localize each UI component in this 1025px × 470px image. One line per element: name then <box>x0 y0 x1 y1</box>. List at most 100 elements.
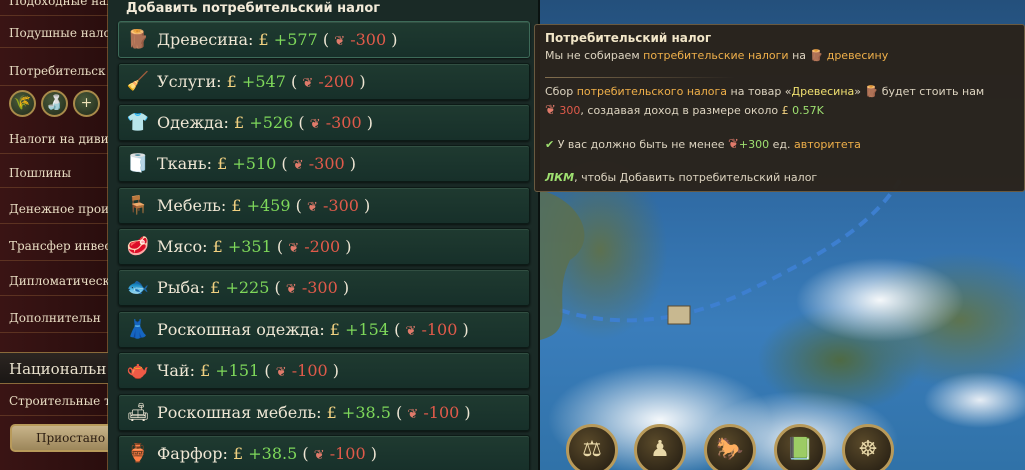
sidebar-item-income-tax[interactable]: Подоходные нал <box>0 0 108 16</box>
good-name: Рыба: <box>157 278 206 297</box>
wheel-icon[interactable]: ☸ <box>842 424 894 470</box>
pawn-icon[interactable]: ♟ <box>634 424 686 470</box>
income-value: +547 <box>241 72 286 91</box>
justice-scales-icon[interactable]: ⚖ <box>566 424 618 470</box>
income-value: +151 <box>215 361 260 380</box>
meat-icon: 🥩 <box>126 236 150 257</box>
goods-row[interactable]: 🧻 Ткань: £ +510 ( ❦ -300 ) <box>118 145 530 182</box>
goods-row-text: Древесина: £ +577 ( ❦ -300 ) <box>157 22 397 59</box>
wood-sawmill-marker <box>667 305 691 325</box>
paren-close: ) <box>332 361 340 380</box>
goods-row-text: Мебель: £ +459 ( ❦ -300 ) <box>157 188 370 225</box>
authority-icon: ❦ <box>302 76 314 91</box>
authority-cost: -100 <box>329 444 366 463</box>
paren-close: ) <box>366 113 373 132</box>
cavalry-icon[interactable]: 🐎 <box>704 424 756 470</box>
tooltip-title: Потребительский налог <box>545 31 712 45</box>
authority-icon: ❦ <box>407 407 419 422</box>
porcelain-icon: 🏺 <box>126 443 150 464</box>
income-value: +351 <box>227 237 272 256</box>
add-consumption-tax-panel: Добавить потребительский налог 🪵 Древесин… <box>108 0 540 470</box>
sidebar-item-tariffs[interactable]: Пошлины <box>0 158 108 188</box>
sidebar-item-poll-tax[interactable]: Подушные нало <box>0 18 108 48</box>
goods-row-text: Рыба: £ +225 ( ❦ -300 ) <box>157 270 349 307</box>
goods-row-text: Одежда: £ +526 ( ❦ -300 ) <box>157 105 373 142</box>
services-icon: 🧹 <box>126 71 150 92</box>
sidebar-item-investment-transfer[interactable]: Трансфер инвес <box>0 231 108 261</box>
money-icon: £ <box>231 196 242 215</box>
income-value: +510 <box>232 154 277 173</box>
goods-row[interactable]: 🪵 Древесина: £ +577 ( ❦ -300 ) <box>118 21 530 58</box>
goods-row[interactable]: 🥩 Мясо: £ +351 ( ❦ -200 ) <box>118 228 530 265</box>
tea-icon: 🫖 <box>126 360 150 381</box>
pause-button[interactable]: Приостано <box>10 424 108 452</box>
checkmark-icon: ✔ <box>545 138 555 151</box>
authority-cost: -300 <box>308 154 345 173</box>
paren-open: ( <box>322 30 330 49</box>
money-icon: £ <box>200 361 211 380</box>
tooltip-line-requirement: ✔ У вас должно быть не менее ❦+300 ед. а… <box>545 137 861 152</box>
bottle-icon[interactable]: 🍶 <box>41 90 68 117</box>
paren-open: ( <box>264 361 271 380</box>
ledger-icon[interactable]: 📗 <box>774 424 826 470</box>
sidebar-item-dividends-tax[interactable]: Налоги на диви <box>0 124 108 154</box>
authority-cost: -100 <box>291 361 328 380</box>
money-icon: £ <box>234 113 245 132</box>
authority-cost: -200 <box>304 237 341 256</box>
authority-icon: ❦ <box>309 117 321 132</box>
add-consumption-tax-plus-icon[interactable]: + <box>73 90 100 117</box>
goods-row[interactable]: 🧹 Услуги: £ +547 ( ❦ -200 ) <box>118 63 530 100</box>
money-icon: £ <box>326 403 337 422</box>
paren-close: ) <box>345 237 352 256</box>
tooltip-line-cost: Сбор потребительского налога на товар «Д… <box>545 85 985 98</box>
paren-close: ) <box>364 196 371 215</box>
good-name: Роскошная мебель: <box>157 403 322 422</box>
authority-icon: ❦ <box>275 365 287 380</box>
goods-row-text: Фарфор: £ +38.5 ( ❦ -100 ) <box>157 436 377 470</box>
goods-row[interactable]: 🛋 Роскошная мебель: £ +38.5 ( ❦ -100 ) <box>118 394 530 431</box>
paren-close: ) <box>370 444 377 463</box>
money-icon: £ <box>210 278 221 297</box>
sidebar-item-diplomatic[interactable]: Дипломатическ <box>0 266 108 296</box>
authority-cost: -300 <box>322 196 359 215</box>
money-icon: £ <box>232 444 244 463</box>
goods-row[interactable]: 🐟 Рыба: £ +225 ( ❦ -300 ) <box>118 269 530 306</box>
paren-open: ( <box>290 72 298 91</box>
wood-icon: 🪵 <box>809 49 824 62</box>
paren-open: ( <box>298 113 305 132</box>
goods-row[interactable]: 🏺 Фарфор: £ +38.5 ( ❦ -100 ) <box>118 435 530 470</box>
goods-row[interactable]: 👕 Одежда: £ +526 ( ❦ -300 ) <box>118 104 530 141</box>
good-name: Мясо: <box>157 237 208 256</box>
good-name: Одежда: <box>157 113 229 132</box>
authority-icon: ❦ <box>292 158 304 173</box>
sidebar-item-consumption-tax[interactable]: Потребительск <box>0 56 108 86</box>
goods-row[interactable]: 👗 Роскошная одежда: £ +154 ( ❦ -100 ) <box>118 311 530 348</box>
sidebar-item-construction: Строительные т <box>0 386 108 416</box>
fabric-icon: 🧻 <box>126 153 150 174</box>
good-name: Роскошная одежда: <box>157 320 325 339</box>
paren-open: ( <box>394 320 401 339</box>
authority-icon: ❦ <box>306 200 318 215</box>
wheat-icon[interactable]: 🌾 <box>9 90 36 117</box>
paren-open: ( <box>295 196 302 215</box>
sidebar-item-additional[interactable]: Дополнительн <box>0 303 108 333</box>
goods-row[interactable]: 🫖 Чай: £ +151 ( ❦ -100 ) <box>118 352 530 389</box>
consumption-tax-icons: 🌾 🍶 + <box>9 90 100 117</box>
good-name: Фарфор: <box>157 444 228 463</box>
wood-icon: 🪵 <box>126 29 150 50</box>
authority-cost: -300 <box>301 278 338 297</box>
tooltip-line-status: Мы не собираем потребительские налоги на… <box>545 49 889 62</box>
goods-row-text: Ткань: £ +510 ( ❦ -300 ) <box>157 146 356 183</box>
goods-row[interactable]: 🪑 Мебель: £ +459 ( ❦ -300 ) <box>118 187 530 224</box>
fish-icon: 🐟 <box>126 277 150 298</box>
goods-row-text: Роскошная одежда: £ +154 ( ❦ -100 ) <box>157 312 469 349</box>
tooltip-divider <box>545 77 735 78</box>
income-value: +526 <box>249 113 294 132</box>
paren-close: ) <box>391 30 398 49</box>
income-value: +225 <box>225 278 270 297</box>
paren-close: ) <box>342 278 350 297</box>
sidebar-item-money-printing[interactable]: Денежное прои <box>0 194 108 224</box>
clothes-icon: 👕 <box>126 112 150 133</box>
national-section-header[interactable]: Национальн <box>0 352 108 384</box>
panel-title: Добавить потребительский налог <box>126 1 381 16</box>
